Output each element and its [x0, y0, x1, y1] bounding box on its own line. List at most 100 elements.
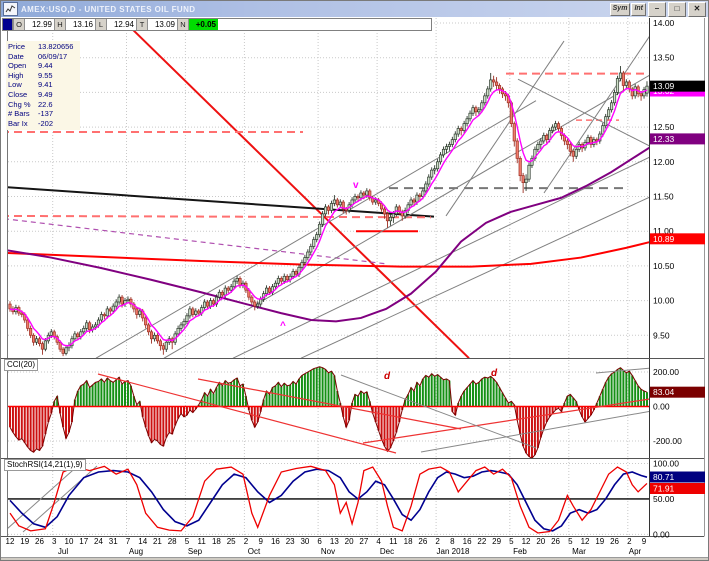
- int-button[interactable]: Int: [631, 3, 646, 16]
- svg-text:19: 19: [20, 537, 29, 546]
- quote-field-value: +0.05: [189, 19, 218, 30]
- svg-text:16: 16: [271, 537, 280, 546]
- svg-text:200.00: 200.00: [653, 367, 679, 377]
- svg-text:20: 20: [345, 537, 354, 546]
- svg-text:Aug: Aug: [129, 547, 143, 556]
- svg-text:Sep: Sep: [188, 547, 203, 556]
- chart-canvas[interactable]: v^dd 14.0013.5013.0012.5012.0011.5011.00…: [1, 1, 709, 561]
- svg-text:17: 17: [79, 537, 88, 546]
- svg-text:10.00: 10.00: [653, 296, 675, 306]
- svg-text:9: 9: [258, 537, 263, 546]
- svg-text:19: 19: [595, 537, 604, 546]
- window-title: AMEX:USO,D - UNITED STATES OIL FUND: [21, 5, 609, 14]
- date-axis-labels: 1219263101724317142128511182529162330613…: [6, 537, 647, 556]
- cci-histogram: [8, 367, 663, 458]
- svg-text:6: 6: [317, 537, 322, 546]
- svg-text:50.00: 50.00: [653, 494, 675, 504]
- svg-text:13.50: 13.50: [653, 53, 675, 63]
- data-window-row: Price13.820656: [8, 42, 80, 52]
- svg-text:26: 26: [35, 537, 44, 546]
- svg-text:26: 26: [418, 537, 427, 546]
- svg-text:11: 11: [198, 537, 207, 546]
- svg-text:28: 28: [168, 537, 177, 546]
- data-window-row: Close9.49: [8, 90, 80, 100]
- svg-text:26: 26: [551, 537, 560, 546]
- svg-text:Dec: Dec: [380, 547, 394, 556]
- svg-text:13.09: 13.09: [653, 81, 675, 91]
- svg-text:Mar: Mar: [572, 547, 586, 556]
- price-annotation-lines: [1, 18, 663, 358]
- svg-text:-200.00: -200.00: [653, 436, 682, 446]
- svg-text:80.71: 80.71: [653, 472, 675, 482]
- data-window-row: Chg %22.6: [8, 100, 80, 110]
- svg-text:Nov: Nov: [321, 547, 335, 556]
- svg-text:2: 2: [435, 537, 440, 546]
- svg-text:71.91: 71.91: [653, 484, 675, 494]
- svg-text:d: d: [491, 368, 498, 379]
- stoch-axis-labels: 100.00 50.00 0.00 80.71 71.91: [650, 459, 705, 540]
- quote-field-value: 13.09: [148, 19, 177, 30]
- svg-text:Feb: Feb: [513, 547, 527, 556]
- close-button[interactable]: ✕: [688, 2, 706, 17]
- svg-text:12.33: 12.33: [653, 134, 675, 144]
- svg-text:14: 14: [138, 537, 147, 546]
- svg-text:100.00: 100.00: [653, 459, 679, 469]
- quote-field-label: T: [136, 19, 148, 30]
- quote-bar: O12.99H13.16L12.94T13.09N+0.05: [2, 18, 432, 31]
- svg-text:0.00: 0.00: [653, 529, 670, 539]
- svg-text:12: 12: [522, 537, 531, 546]
- panel-borders: [1, 18, 705, 537]
- svg-text:12.50: 12.50: [653, 122, 675, 132]
- svg-text:14.00: 14.00: [653, 18, 675, 28]
- chart-app-icon: [3, 2, 18, 16]
- svg-text:Apr: Apr: [629, 547, 642, 556]
- svg-text:25: 25: [227, 537, 236, 546]
- svg-text:12: 12: [581, 537, 590, 546]
- svg-text:18: 18: [404, 537, 413, 546]
- data-window-row: Low9.41: [8, 80, 80, 90]
- quote-field-value: 12.99: [25, 19, 54, 30]
- svg-text:Jan 2018: Jan 2018: [437, 547, 470, 556]
- data-window-row: Date06/09/17: [8, 52, 80, 62]
- data-window-row: Open9.44: [8, 61, 80, 71]
- maximize-button[interactable]: □: [668, 2, 686, 17]
- svg-text:2: 2: [627, 537, 632, 546]
- quote-field-label: H: [54, 19, 66, 30]
- svg-text:Oct: Oct: [248, 547, 261, 556]
- svg-text:3: 3: [52, 537, 57, 546]
- svg-text:9: 9: [642, 537, 647, 546]
- svg-text:8: 8: [450, 537, 455, 546]
- titlebar[interactable]: AMEX:USO,D - UNITED STATES OIL FUND Sym …: [1, 1, 708, 17]
- svg-text:2: 2: [244, 537, 249, 546]
- svg-text:9.50: 9.50: [653, 330, 670, 340]
- svg-text:13: 13: [330, 537, 339, 546]
- svg-text:0.00: 0.00: [653, 402, 670, 412]
- svg-text:18: 18: [212, 537, 221, 546]
- window-bottom-edge: [1, 557, 708, 561]
- cci-axis-labels: 200.00 0.00 -200.00 83.04: [650, 367, 705, 446]
- quote-field-value: 12.94: [107, 19, 136, 30]
- svg-text:5: 5: [568, 537, 573, 546]
- minimize-button[interactable]: –: [648, 2, 666, 17]
- svg-text:21: 21: [153, 537, 162, 546]
- svg-text:10: 10: [65, 537, 74, 546]
- svg-text:5: 5: [185, 537, 190, 546]
- quote-bar-marker: [3, 19, 13, 30]
- quote-field-label: N: [177, 19, 189, 30]
- svg-text:11: 11: [389, 537, 398, 546]
- svg-text:Jul: Jul: [58, 547, 68, 556]
- svg-text:16: 16: [463, 537, 472, 546]
- svg-text:24: 24: [94, 537, 103, 546]
- data-window-row: High9.55: [8, 71, 80, 81]
- svg-text:83.04: 83.04: [653, 387, 675, 397]
- svg-text:22: 22: [477, 537, 486, 546]
- svg-text:11.50: 11.50: [653, 192, 674, 202]
- sym-button[interactable]: Sym: [610, 3, 631, 16]
- quote-field-label: O: [13, 19, 25, 30]
- svg-text:v: v: [353, 180, 359, 191]
- svg-text:5: 5: [509, 537, 514, 546]
- svg-text:27: 27: [359, 537, 368, 546]
- svg-text:^: ^: [280, 320, 286, 331]
- svg-text:29: 29: [492, 537, 501, 546]
- data-window-row: # Bars-137: [8, 109, 80, 119]
